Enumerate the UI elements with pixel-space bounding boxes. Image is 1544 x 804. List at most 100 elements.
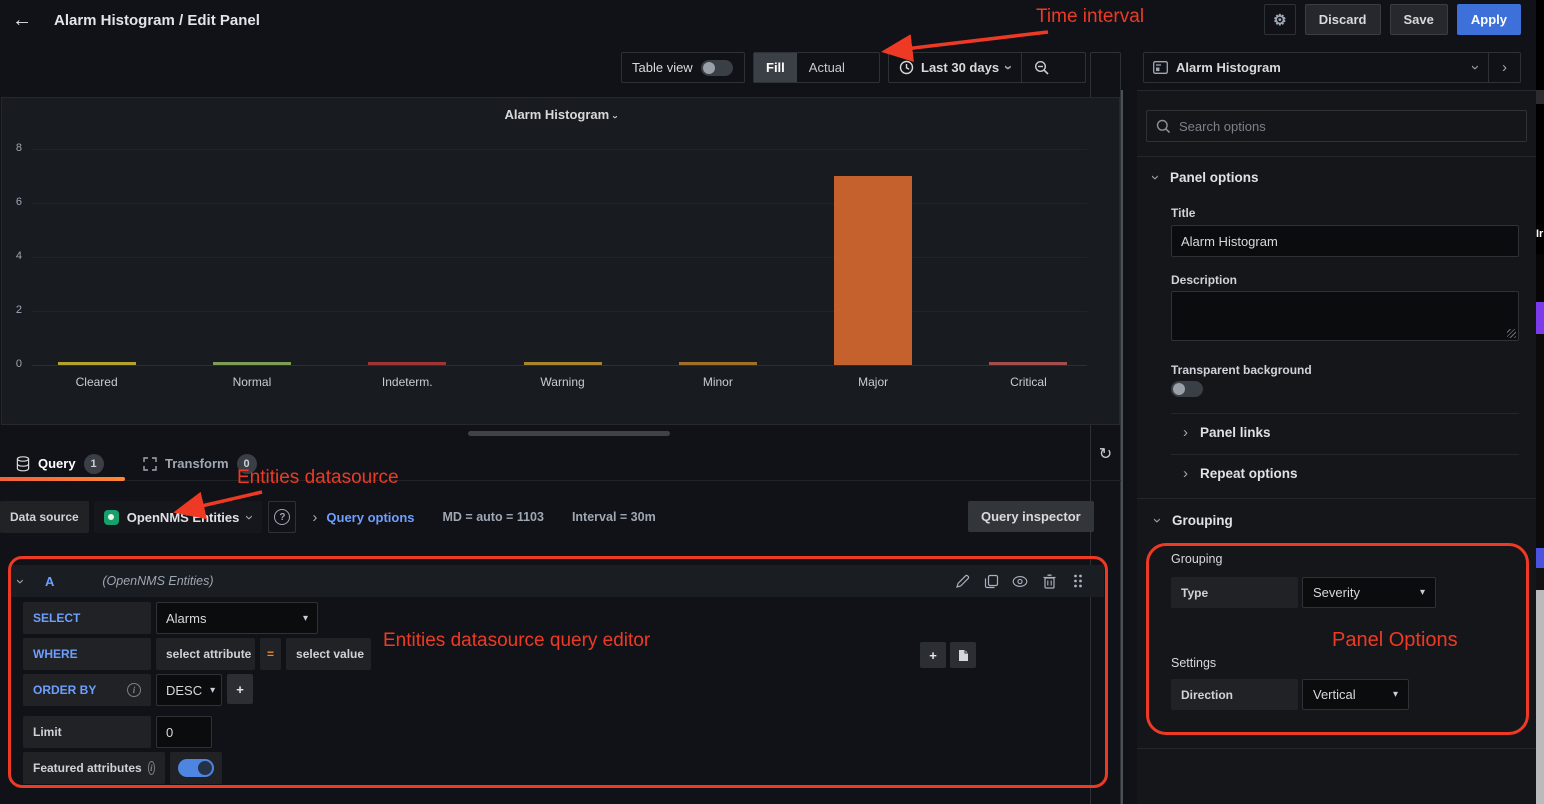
chart-panel: Alarm Histogram› 86420ClearedNormalIndet… <box>1 97 1120 425</box>
bar-minor <box>679 362 757 365</box>
query-options-toggle[interactable]: › Query options <box>312 510 414 525</box>
panel-description-textarea[interactable] <box>1171 291 1519 341</box>
add-orderby-button[interactable]: + <box>227 674 253 704</box>
where-attribute-select[interactable]: select attribute <box>156 638 255 670</box>
section-panel-links[interactable]: › Panel links <box>1183 425 1271 440</box>
transform-count-badge: 0 <box>237 454 257 474</box>
featured-attributes-toggle-box <box>170 752 222 784</box>
panel-menu-caret-icon[interactable]: › <box>610 115 620 118</box>
chevron-down-icon: › <box>1150 518 1165 523</box>
trash-icon <box>1043 574 1056 589</box>
grip-dots-icon <box>1073 574 1083 588</box>
panel-resize-handle[interactable] <box>468 431 670 436</box>
bar-normal <box>213 362 291 365</box>
grouping-direction-dropdown[interactable]: Vertical ▾ <box>1302 679 1409 710</box>
limit-input[interactable] <box>156 716 212 748</box>
panel-title-input[interactable] <box>1171 225 1519 257</box>
edge-strip-segment <box>1536 302 1544 334</box>
section-repeat-options[interactable]: › Repeat options <box>1183 466 1298 481</box>
ytick-label: 2 <box>2 304 22 316</box>
drag-handle[interactable] <box>1070 573 1086 589</box>
query-row-header: › A (OpenNMS Entities) <box>10 565 1104 597</box>
gridline-y8 <box>32 149 1087 150</box>
table-view-toggle[interactable] <box>701 60 733 76</box>
next-panel-button[interactable]: › <box>1489 53 1520 82</box>
tab-transform[interactable]: Transform 0 <box>143 449 257 478</box>
zoom-out-button[interactable] <box>1022 53 1062 82</box>
datasource-bar: Data source OpenNMS Entities › ? › Query… <box>0 501 1121 533</box>
caret-down-icon: ▾ <box>1393 689 1398 700</box>
orderby-direction-dropdown[interactable]: DESC ▾ <box>156 674 222 706</box>
options-search[interactable] <box>1146 110 1527 142</box>
datasource-label: Data source <box>0 501 89 533</box>
where-operator[interactable]: = <box>260 638 281 670</box>
transparent-background-toggle[interactable] <box>1171 381 1203 397</box>
gridline-y2 <box>32 311 1087 312</box>
caret-down-icon: ▾ <box>1420 587 1425 598</box>
gridline-y4 <box>32 257 1087 258</box>
collapse-query-icon[interactable]: › <box>13 579 28 584</box>
grouping-type-dropdown[interactable]: Severity ▾ <box>1302 577 1436 608</box>
opennms-datasource-icon <box>104 510 119 525</box>
chevron-down-icon: › <box>1468 65 1483 70</box>
apply-button[interactable]: Apply <box>1457 4 1521 35</box>
ytick-label: 4 <box>2 250 22 262</box>
actual-option[interactable]: Actual <box>797 53 857 82</box>
pencil-icon <box>955 574 970 589</box>
section-grouping[interactable]: › Grouping <box>1155 513 1233 528</box>
select-row: SELECT Alarms ▾ <box>23 602 318 634</box>
transform-icon <box>143 457 157 471</box>
add-where-clause-button[interactable]: + <box>920 642 946 668</box>
edge-strip-segment <box>1536 334 1544 548</box>
bar-indeterm <box>368 362 446 365</box>
options-pane: › Panel options Title Description Transp… <box>1137 90 1536 804</box>
edge-strip-segment <box>1536 590 1544 804</box>
edge-strip-segment <box>1536 254 1544 302</box>
xtick-label: Minor <box>668 375 768 389</box>
datasource-help-button[interactable]: ? <box>268 501 296 533</box>
transparent-background-label: Transparent background <box>1171 363 1312 377</box>
panel-selector-dropdown[interactable]: Alarm Histogram › › <box>1143 52 1521 83</box>
panel-selector-label: Alarm Histogram <box>1176 60 1473 75</box>
ytick-label: 6 <box>2 196 22 208</box>
back-arrow-icon[interactable]: ← <box>12 10 32 30</box>
select-entity-dropdown[interactable]: Alarms ▾ <box>156 602 318 634</box>
time-range-picker[interactable]: Last 30 days › <box>889 53 1021 82</box>
xtick-label: Normal <box>202 375 302 389</box>
add-nested-clause-button[interactable] <box>950 642 976 668</box>
discard-button[interactable]: Discard <box>1305 4 1381 35</box>
settings-button[interactable]: ⚙ <box>1264 4 1296 35</box>
tab-query[interactable]: Query 1 <box>16 449 104 478</box>
gear-icon: ⚙ <box>1273 11 1286 29</box>
duplicate-query-button[interactable] <box>983 573 999 589</box>
delete-query-button[interactable] <box>1041 573 1057 589</box>
section-panel-options[interactable]: › Panel options <box>1153 170 1259 185</box>
edge-strip-segment: Ir <box>1536 228 1544 254</box>
zoom-out-icon <box>1034 60 1050 76</box>
options-search-input[interactable] <box>1179 119 1517 134</box>
grouping-direction-label: Direction <box>1171 679 1298 710</box>
featured-attributes-label-box: Featured attributes i <box>23 752 165 784</box>
info-icon: i <box>127 683 141 697</box>
caret-down-icon: ▾ <box>303 613 308 624</box>
time-range-label: Last 30 days <box>921 60 999 75</box>
where-row: WHERE select attribute = select value <box>23 638 371 670</box>
pane-splitter[interactable] <box>1121 90 1123 804</box>
featured-attributes-toggle[interactable] <box>178 759 214 777</box>
where-value-select[interactable]: select value <box>286 638 371 670</box>
bar-critical <box>989 362 1067 365</box>
fill-option[interactable]: Fill <box>754 53 797 82</box>
query-inspector-button[interactable]: Query inspector <box>968 501 1094 532</box>
query-count-badge: 1 <box>84 454 104 474</box>
title-label: Title <box>1171 206 1195 220</box>
edge-strip-segment <box>1536 90 1544 104</box>
ytick-label: 8 <box>2 142 22 154</box>
edit-query-button[interactable] <box>954 573 970 589</box>
active-tab-underline <box>0 477 125 481</box>
xtick-label: Critical <box>978 375 1078 389</box>
disable-query-button[interactable] <box>1012 573 1028 589</box>
clock-icon <box>899 60 914 75</box>
datasource-dropdown[interactable]: OpenNMS Entities › <box>94 501 263 533</box>
top-bar: ← Alarm Histogram / Edit Panel ⚙ Discard… <box>0 0 1544 40</box>
save-button[interactable]: Save <box>1390 4 1448 35</box>
